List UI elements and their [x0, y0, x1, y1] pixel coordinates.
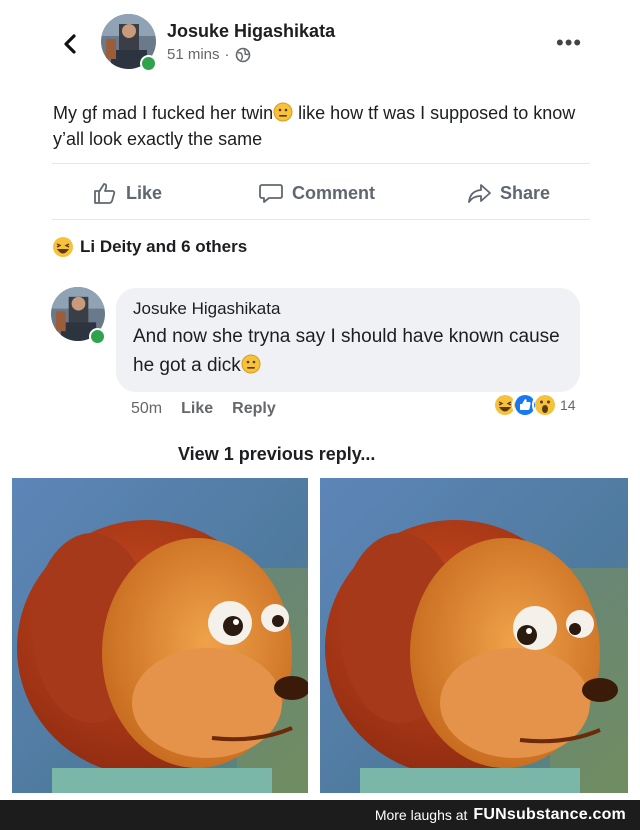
comment-reaction-count: 14	[560, 397, 576, 413]
divider	[52, 163, 590, 164]
share-button[interactable]: Share	[466, 180, 550, 206]
footer-text[interactable]: More laughs at FUNsubstance.com	[375, 806, 626, 824]
like-label: Like	[126, 182, 163, 203]
post-time[interactable]: 51 mins	[167, 46, 220, 63]
meme-panel-left	[12, 478, 308, 793]
post-meta: 51 mins ·	[167, 46, 251, 63]
comment-text-body: And now she tryna say I should have know…	[133, 326, 560, 376]
neutral-face-emoji-icon	[241, 354, 261, 374]
reactions-label: Li Deity and 6 others	[80, 237, 248, 256]
facebook-post: Josuke Higashikata 51 mins · ••• My gf m…	[0, 0, 640, 470]
footer-prefix: More laughs at	[374, 807, 468, 823]
meme-panel-right	[320, 478, 628, 793]
footer-brand-logo: FUNsubstance.com	[473, 806, 626, 823]
reactions-summary[interactable]: Li Deity and 6 others	[52, 236, 247, 258]
divider	[52, 219, 590, 220]
meta-separator: ·	[224, 46, 230, 63]
back-arrow-icon[interactable]	[56, 28, 84, 60]
more-options-icon[interactable]: •••	[556, 32, 582, 54]
like-button[interactable]: Like	[92, 180, 162, 206]
comment-button[interactable]: Comment	[258, 180, 375, 206]
comment-reactions[interactable]: 14	[492, 392, 576, 418]
post-text-part1: My gf mad I fucked her twin	[53, 103, 274, 123]
comment-time: 50m	[131, 400, 163, 417]
comment-reply-button[interactable]: Reply	[232, 400, 276, 418]
post-text: My gf mad I fucked her twin like how tf …	[53, 100, 603, 152]
globe-icon	[235, 47, 250, 62]
online-status-dot	[89, 328, 106, 345]
share-label: Share	[500, 182, 551, 203]
view-previous-reply-link[interactable]: View 1 previous reply...	[178, 444, 375, 465]
neutral-face-emoji-icon	[273, 102, 293, 122]
comment-actions: 50m Like Reply	[131, 400, 276, 418]
wow-emoji-icon	[532, 392, 558, 418]
comment-icon	[259, 184, 283, 203]
comment-like-button[interactable]: Like	[181, 400, 213, 418]
online-status-dot	[140, 55, 157, 72]
comment-label: Comment	[292, 182, 376, 203]
laughing-emoji-icon	[53, 237, 73, 257]
post-author-name[interactable]: Josuke Higashikata	[167, 21, 335, 42]
comment-text: And now she tryna say I should have know…	[133, 322, 573, 380]
share-arrow-icon	[468, 184, 491, 203]
site-footer: More laughs at FUNsubstance.com	[0, 800, 640, 830]
thumbs-up-icon	[94, 183, 116, 204]
comment-author-name[interactable]: Josuke Higashikata	[133, 299, 280, 319]
